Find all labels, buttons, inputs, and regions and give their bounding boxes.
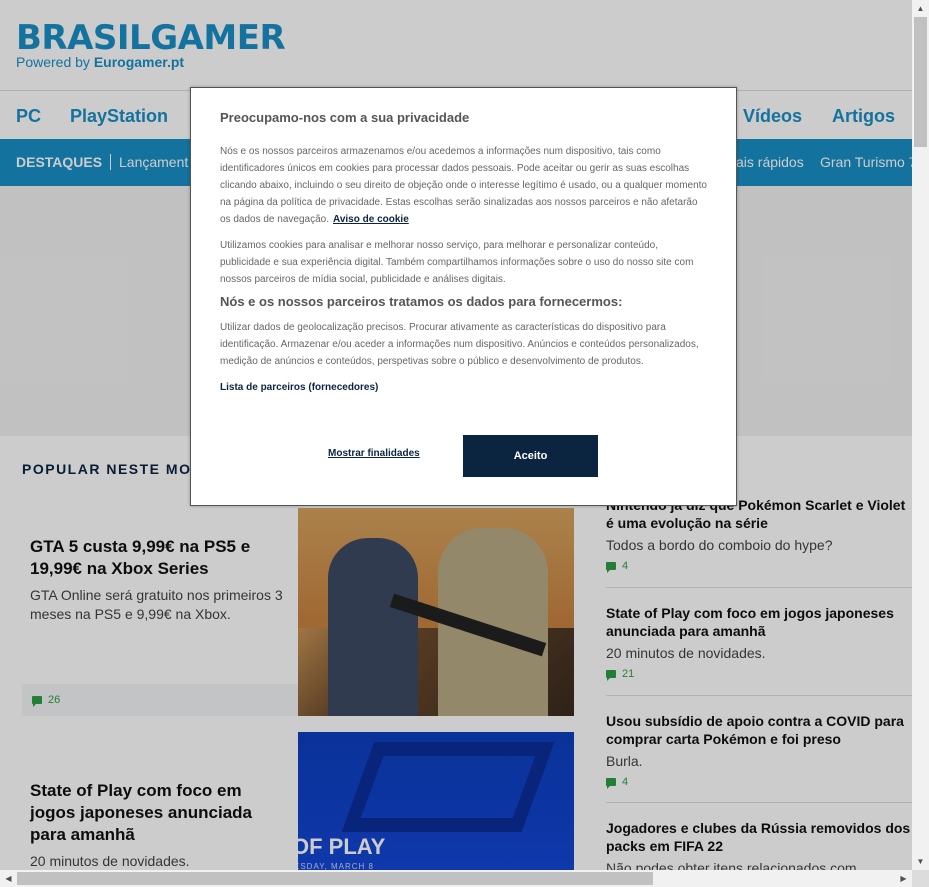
- privacy-consent-dialog: Preocupamo-nos com a sua privacidade Nós…: [190, 87, 737, 506]
- scroll-right-arrow-icon[interactable]: ▶: [895, 870, 912, 887]
- dialog-paragraph-2: Utilizamos cookies para analisar e melho…: [220, 240, 694, 285]
- horizontal-scrollbar[interactable]: ◀ ▶: [0, 870, 912, 887]
- dialog-button-row: Mostrar finalidades Aceito: [191, 435, 736, 477]
- vertical-scroll-thumb[interactable]: [914, 17, 927, 147]
- scroll-down-arrow-icon[interactable]: ▼: [912, 853, 929, 870]
- paragraph-1-text: Nós e os nossos parceiros armazenamos e/…: [220, 146, 707, 225]
- scroll-left-arrow-icon[interactable]: ◀: [0, 870, 17, 887]
- cookie-notice-link[interactable]: Aviso de cookie: [333, 214, 409, 225]
- show-purposes-button[interactable]: Mostrar finalidades: [328, 448, 420, 459]
- vertical-scrollbar[interactable]: ▲ ▼: [912, 0, 929, 870]
- scrollbar-corner: [912, 870, 929, 887]
- dialog-title: Preocupamo-nos com a sua privacidade: [220, 110, 470, 125]
- dialog-subtitle: Nós e os nossos parceiros tratamos os da…: [220, 294, 623, 309]
- page: BRASILGAMER Powered by Eurogamer.pt PC P…: [0, 0, 912, 870]
- dialog-paragraph-3: Utilizar dados de geolocalização preciso…: [220, 322, 699, 367]
- partners-list-link[interactable]: Lista de parceiros (fornecedores): [220, 382, 378, 393]
- dialog-paragraph-1: Nós e os nossos parceiros armazenamos e/…: [220, 143, 707, 228]
- accept-button[interactable]: Aceito: [463, 435, 598, 477]
- scroll-up-arrow-icon[interactable]: ▲: [912, 0, 929, 17]
- horizontal-scroll-thumb[interactable]: [17, 872, 653, 885]
